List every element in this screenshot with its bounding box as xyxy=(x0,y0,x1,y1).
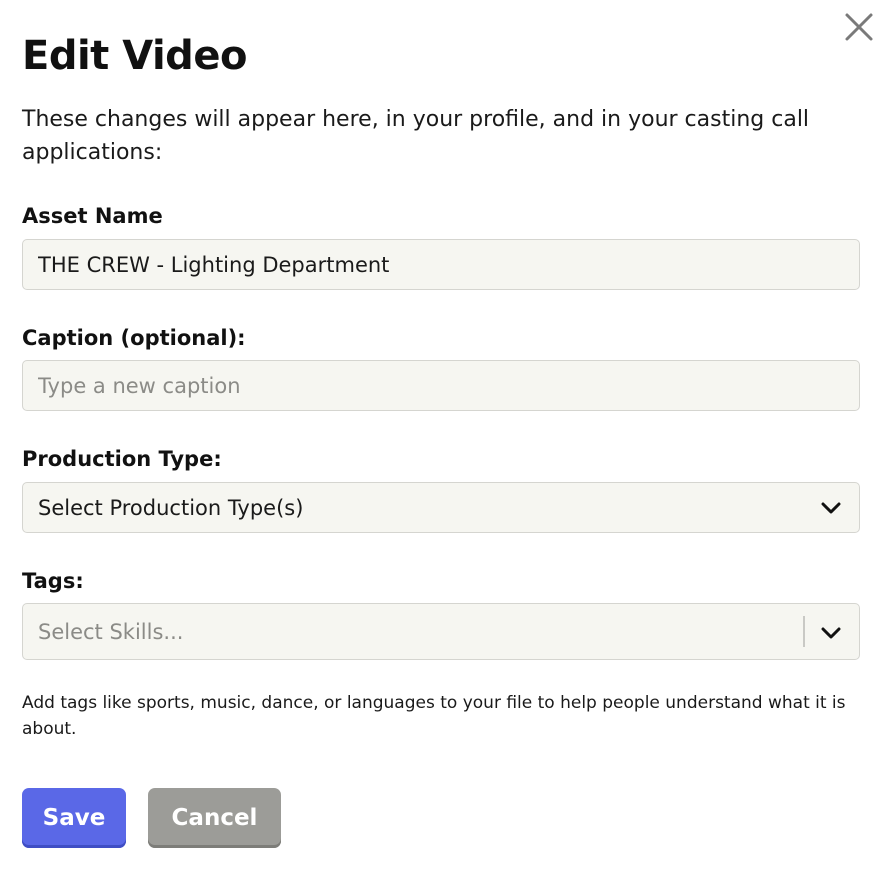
modal-intro-text: These changes will appear here, in your … xyxy=(22,107,810,165)
chevron-down-icon xyxy=(821,502,841,514)
caption-label: Caption (optional): xyxy=(22,326,246,350)
tags-select[interactable]: Select Skills... xyxy=(22,603,860,660)
edit-video-modal: Edit Video These changes will appear her… xyxy=(0,0,886,872)
production-type-select[interactable]: Select Production Type(s) xyxy=(22,482,860,533)
caption-input[interactable] xyxy=(22,360,860,411)
production-type-selected-value: Select Production Type(s) xyxy=(38,496,304,520)
asset-name-label: Asset Name xyxy=(22,204,163,228)
cancel-button[interactable]: Cancel xyxy=(148,788,281,848)
tags-placeholder: Select Skills... xyxy=(38,620,184,644)
close-icon xyxy=(845,13,873,41)
modal-title: Edit Video xyxy=(22,33,247,79)
chevron-down-icon[interactable] xyxy=(820,626,842,640)
production-type-label: Production Type: xyxy=(22,447,222,471)
close-button[interactable] xyxy=(843,11,875,43)
tags-helper-text: Add tags like sports, music, dance, or l… xyxy=(22,693,846,739)
select-divider xyxy=(803,616,805,647)
asset-name-input[interactable] xyxy=(22,239,860,290)
tags-label: Tags: xyxy=(22,569,84,593)
save-button[interactable]: Save xyxy=(22,788,126,848)
